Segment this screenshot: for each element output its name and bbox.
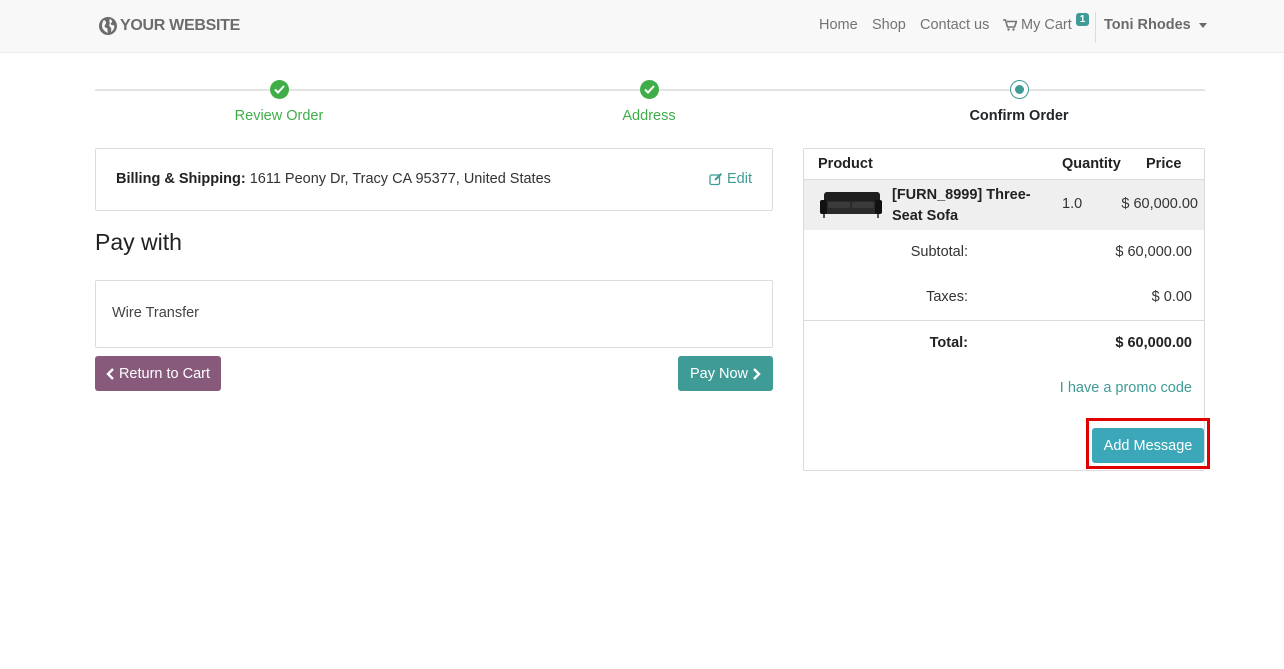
cart-count-badge: 1 <box>1075 12 1090 26</box>
nav-divider <box>1095 12 1096 43</box>
cart-label: My Cart <box>1021 17 1072 33</box>
order-summary-card: Product Quantity Price [FURN_8999] Three… <box>803 148 1205 471</box>
nav-link-contact[interactable]: Contact us <box>920 17 989 33</box>
wizard-step-label: Confirm Order <box>969 108 1069 124</box>
nav-link-home[interactable]: Home <box>819 17 858 33</box>
add-message-button[interactable]: Add Message <box>1092 428 1204 463</box>
taxes-label: Taxes: <box>926 289 968 305</box>
wizard-step-confirm-order: Confirm Order <box>899 80 1139 124</box>
total-value: $ 60,000.00 <box>1115 335 1192 351</box>
product-name[interactable]: [FURN_8999] Three-Seat Sofa <box>892 185 1057 227</box>
billing-address-text: Billing & Shipping: 1611 Peony Dr, Tracy… <box>116 171 551 187</box>
logo-text: YOUR WEBSITE <box>120 17 240 34</box>
nav-link-shop[interactable]: Shop <box>872 17 906 33</box>
user-menu-dropdown[interactable]: Toni Rhodes <box>1104 17 1207 33</box>
product-thumbnail-sofa <box>820 192 882 218</box>
wizard-step-review-order[interactable]: Review Order <box>159 80 399 124</box>
nav-link-cart[interactable]: My Cart 1 <box>1003 12 1090 33</box>
taxes-value: $ 0.00 <box>1151 289 1192 305</box>
wizard-step-address[interactable]: Address <box>529 80 769 124</box>
pay-now-button[interactable]: Pay Now <box>678 356 773 391</box>
edit-icon <box>709 173 722 186</box>
cart-icon <box>1003 19 1017 31</box>
user-name: Toni Rhodes <box>1104 17 1191 33</box>
wizard-step-label: Address <box>622 108 676 124</box>
column-header-price: Price <box>1146 156 1182 172</box>
pay-now-label: Pay Now <box>689 365 749 382</box>
subtotal-value: $ 60,000.00 <box>1115 244 1192 260</box>
chevron-down-icon <box>1198 22 1207 28</box>
product-price: $ 60,000.00 <box>1121 196 1198 212</box>
pay-with-heading: Pay with <box>95 229 182 255</box>
return-to-cart-label: Return to Cart <box>118 365 211 382</box>
billing-address: 1611 Peony Dr, Tracy CA 95377, United St… <box>249 171 551 187</box>
product-quantity: 1.0 <box>1062 196 1083 212</box>
edit-label: Edit <box>727 171 752 187</box>
edit-address-link[interactable]: Edit <box>709 171 752 187</box>
site-logo[interactable]: YOUR WEBSITE <box>98 15 240 37</box>
table-row: [FURN_8999] Three-Seat Sofa 1.0 $ 60,000… <box>804 179 1204 230</box>
payment-methods-card: Wire Transfer <box>95 280 773 348</box>
total-label: Total: <box>929 335 968 351</box>
radio-dot-icon <box>1009 80 1029 99</box>
subtotal-label: Subtotal: <box>910 244 968 260</box>
top-navbar: YOUR WEBSITE Home Shop Contact us My Car… <box>0 0 1284 53</box>
promo-code-link[interactable]: I have a promo code <box>1060 380 1192 396</box>
chevron-left-icon <box>106 367 114 380</box>
return-to-cart-button[interactable]: Return to Cart <box>95 356 221 391</box>
check-circle-icon <box>269 80 289 99</box>
billing-label: Billing & Shipping: <box>116 171 246 187</box>
total-divider <box>804 320 1204 321</box>
payment-option-wire-transfer[interactable]: Wire Transfer <box>112 305 199 321</box>
globe-icon <box>99 17 117 35</box>
wizard-step-label: Review Order <box>234 108 324 124</box>
check-circle-icon <box>639 80 659 99</box>
chevron-right-icon <box>753 367 761 380</box>
column-header-quantity: Quantity <box>1062 156 1121 172</box>
column-header-product: Product <box>818 156 873 172</box>
billing-shipping-card: Billing & Shipping: 1611 Peony Dr, Tracy… <box>95 148 773 211</box>
